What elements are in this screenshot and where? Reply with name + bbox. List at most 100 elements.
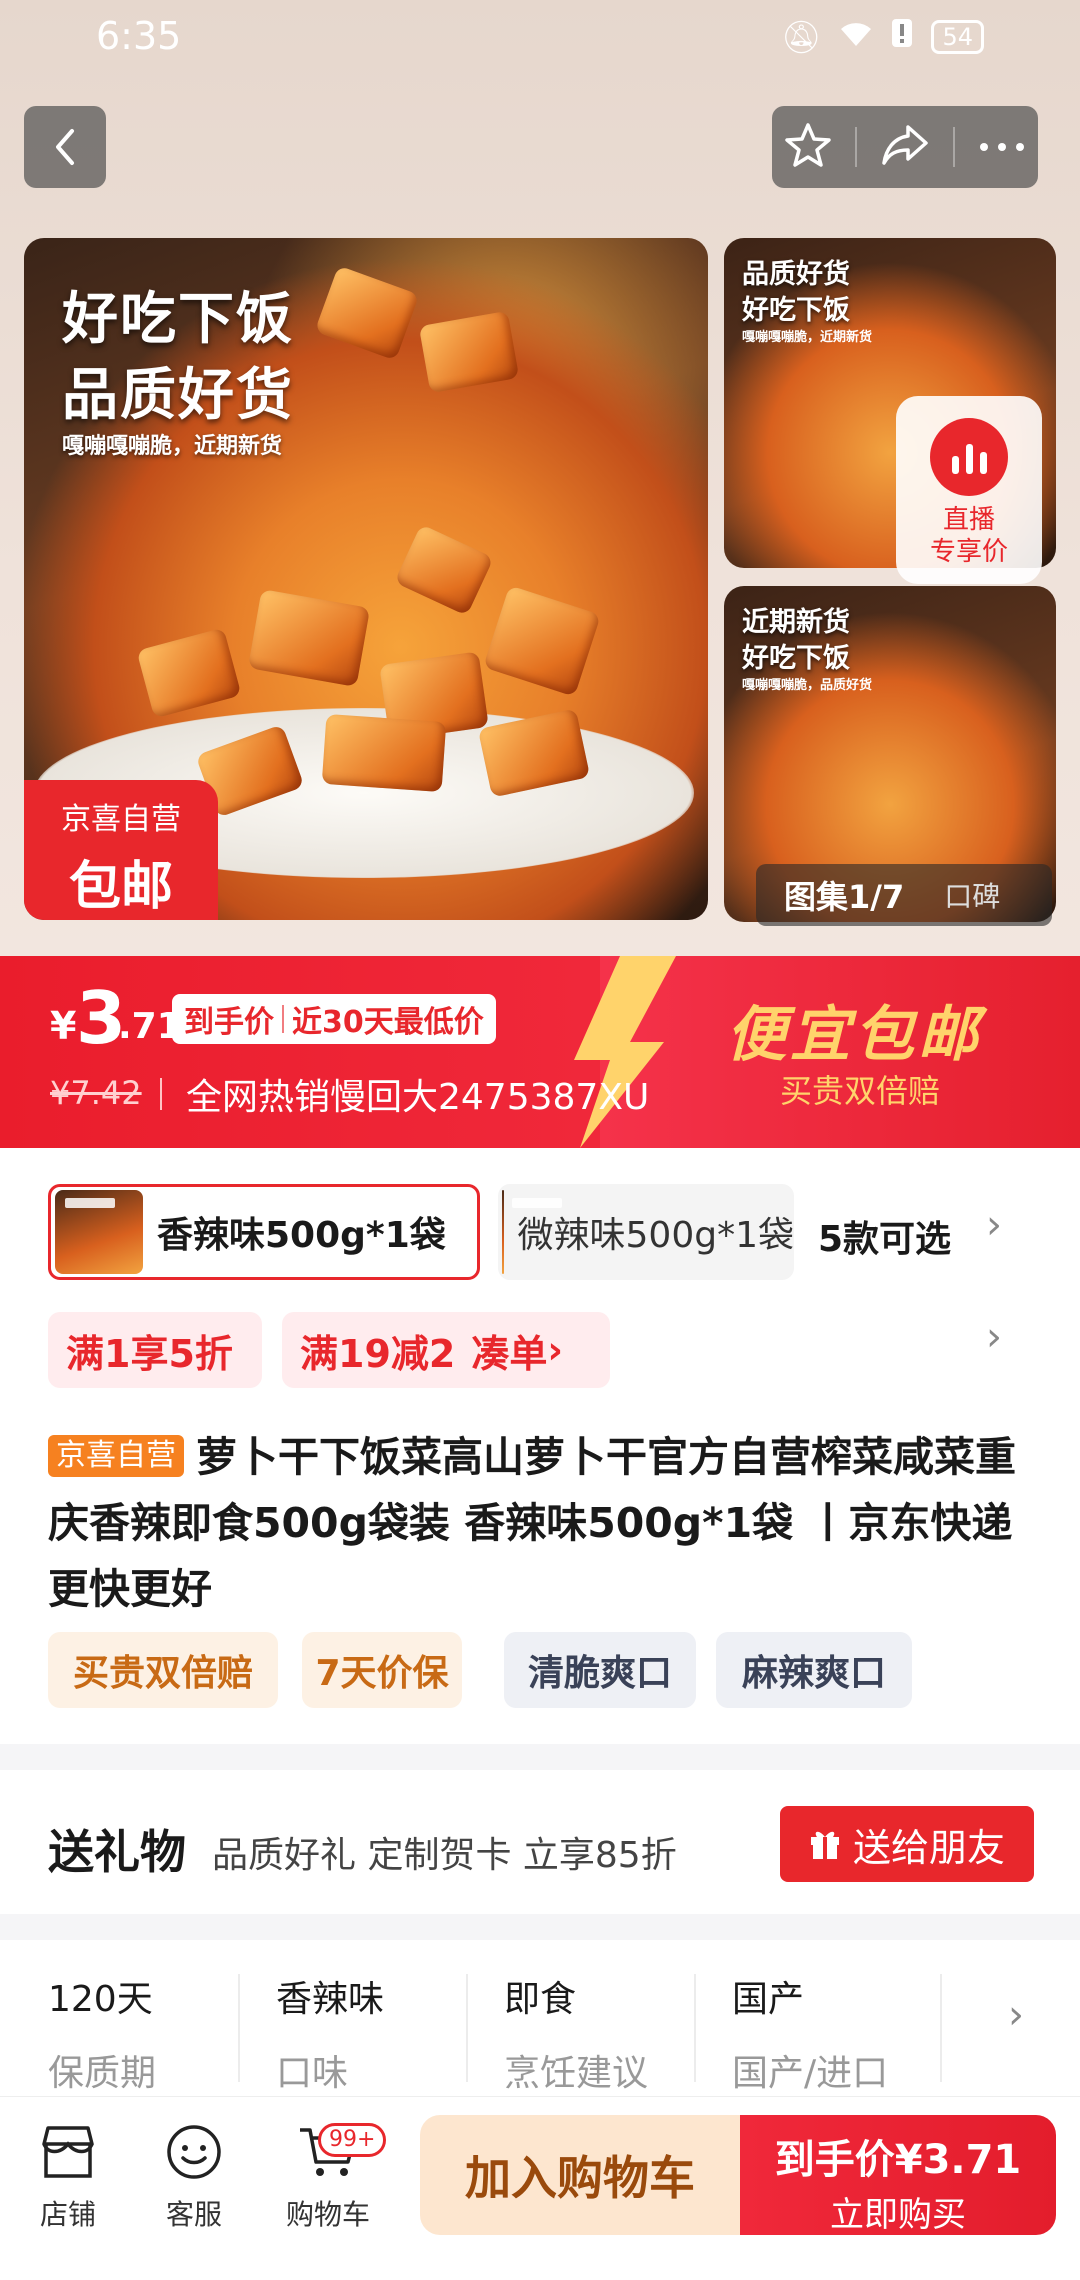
price-banner: ¥ 3 .71 到手价 近30天最低价 ¥7.42 全网热销慢回大2475387… — [0, 956, 1080, 1148]
buy-price-label: 到手价¥3.71 — [774, 2137, 1022, 2183]
bundle-link: 凑单 — [471, 1331, 548, 1376]
jingxi-shipping-badge: 京喜自营 包邮 — [24, 780, 218, 920]
favorite-button[interactable] — [784, 122, 832, 172]
spec-thumbnail — [502, 1190, 548, 1274]
product-title: 京喜自营 萝卜干下饭菜高山萝卜干官方自营榨菜咸菜重庆香辣即食500g袋装 香辣味5… — [48, 1424, 1038, 1622]
gallery-count-tab[interactable]: 图集1/7 — [756, 872, 904, 918]
food-chunk — [483, 585, 601, 697]
spec-option-selected[interactable]: 香辣味500g*1袋 — [48, 1184, 480, 1280]
gift-row: 送礼物 品质好礼 定制贺卡 立享85折 送给朋友 — [0, 1770, 1080, 1914]
divider — [238, 1974, 240, 2082]
status-time: 6:35 — [96, 14, 182, 58]
spec-option[interactable]: 微辣味500g*1袋 — [498, 1184, 794, 1280]
chevron-right-icon[interactable]: › — [986, 1314, 1002, 1360]
attribute-item: 香辣味 口味 — [276, 1970, 476, 2096]
food-chunk — [321, 713, 447, 793]
share-button[interactable] — [880, 123, 930, 171]
spec-label: 微辣味500g*1袋 — [517, 1215, 794, 1256]
cart-label: 购物车 — [285, 2198, 370, 2231]
attribute-item: 国产 国产/进口 — [732, 1970, 932, 2096]
badge-line-1: 京喜自营 — [61, 802, 181, 837]
service-label: 客服 — [165, 2198, 222, 2231]
star-icon — [784, 123, 831, 167]
spec-count[interactable]: 5款可选 — [818, 1210, 951, 1262]
mute-icon: 🔕︎ — [780, 18, 822, 56]
promo-label: 满1享5折 — [66, 1331, 233, 1376]
attribute-value: 120天 — [48, 1979, 153, 2020]
divider — [466, 1974, 468, 2082]
thumb-headline-2: 好吃下饭 — [742, 643, 850, 674]
original-price: ¥7.42 — [50, 1074, 142, 1112]
divider — [854, 127, 857, 167]
attribute-key: 国产/进口 — [732, 2053, 889, 2094]
main-product-image[interactable]: 好吃下饭 品质好货 嘎嘣嘎嘣脆，近期新货 京喜自营 包邮 — [24, 238, 708, 920]
bottom-action-bar: 店铺 客服 购物车 99+ 加入购物车 到手价¥3.71 立即购买 — [0, 2096, 1080, 2280]
promo-coupon[interactable]: 满1享5折 — [48, 1312, 262, 1388]
badge-line-2: 包邮 — [68, 857, 173, 917]
lowest-price-label: 近30天最低价 — [292, 1005, 484, 1040]
gift-subtitle: 品质好礼 定制贺卡 立享85折 — [212, 1835, 677, 1876]
shop-button[interactable]: 店铺 — [8, 2117, 128, 2233]
product-attributes[interactable]: 120天 保质期 香辣味 口味 即食 烹饪建议 国产 国产/进口 › — [0, 1940, 1080, 2110]
attribute-item: 即食 烹饪建议 — [504, 1970, 704, 2096]
shop-label: 店铺 — [39, 2198, 96, 2231]
gift-icon — [810, 1831, 839, 1859]
more-icon — [980, 142, 1025, 151]
promo-coupon[interactable]: 满19减2 凑单 › — [282, 1312, 610, 1388]
price-currency: ¥ — [50, 1004, 77, 1048]
image-headline-2: 品质好货 — [62, 363, 294, 428]
divider — [940, 1974, 942, 2082]
send-gift-button[interactable]: 送给朋友 — [780, 1806, 1034, 1882]
spec-thumbnail — [55, 1190, 143, 1274]
service-chip[interactable]: 买贵双倍赔 — [48, 1632, 278, 1708]
image-subline: 嘎嘣嘎嘣脆，近期新货 — [62, 434, 283, 459]
chat-icon — [134, 2117, 254, 2187]
product-title-text: 萝卜干下饭菜高山萝卜干官方自营榨菜咸菜重庆香辣即食500g袋装 香辣味500g*… — [48, 1433, 1016, 1613]
buy-now-label: 立即购买 — [830, 2195, 966, 2235]
food-chunk — [394, 524, 494, 616]
gallery-switcher: 图集1/7 口碑 — [756, 864, 1052, 926]
status-bar: 6:35 🔕︎ 54 — [0, 0, 1080, 80]
buy-now-button[interactable]: 到手价¥3.71 立即购买 — [740, 2115, 1056, 2235]
send-gift-label: 送给朋友 — [852, 1825, 1005, 1870]
feature-chip[interactable]: 清脆爽口 — [504, 1632, 696, 1708]
product-gallery: 6:35 🔕︎ 54 好吃下饭 品质好货 嘎嘣嘎嘣脆，近期新货 京喜自营 包邮 … — [0, 0, 1080, 960]
attribute-key: 保质期 — [48, 2053, 157, 2094]
food-chunk — [314, 265, 420, 361]
reviews-tab[interactable]: 口碑 — [944, 875, 1000, 915]
live-label-2: 专享价 — [929, 537, 1008, 567]
attribute-value: 即食 — [504, 1979, 577, 2020]
back-button[interactable] — [24, 106, 106, 188]
top-actions — [772, 106, 1038, 188]
add-to-cart-button[interactable]: 加入购物车 — [420, 2115, 740, 2235]
promo-slogan: 便宜包邮 — [726, 1000, 982, 1070]
store-icon — [8, 2117, 128, 2187]
alert-icon — [891, 18, 913, 56]
chevron-right-icon[interactable]: › — [986, 1202, 1002, 1248]
service-chip[interactable]: 7天价保 — [302, 1632, 462, 1708]
promo-label: 满19减2 — [300, 1331, 456, 1376]
thumb-subline: 嘎嘣嘎嘣脆，近期新货 — [742, 330, 873, 345]
live-label-1: 直播 — [942, 505, 995, 535]
hot-sale-text: 全网热销慢回大2475387XU — [186, 1077, 650, 1118]
divider — [160, 1078, 162, 1110]
share-icon — [882, 125, 928, 165]
image-headline-1: 好吃下饭 — [62, 287, 294, 352]
divider — [282, 1005, 284, 1033]
food-chunk — [247, 589, 371, 687]
live-price-button[interactable]: 直播 专享价 — [896, 396, 1042, 584]
customer-service-button[interactable]: 客服 — [134, 2117, 254, 2233]
thumb-headline-1: 近期新货 — [742, 607, 850, 638]
divider — [953, 127, 956, 167]
final-price-label: 到手价 — [184, 1005, 274, 1040]
feature-chip[interactable]: 麻辣爽口 — [716, 1632, 912, 1708]
divider — [694, 1974, 696, 2082]
more-button[interactable] — [978, 138, 1026, 157]
attribute-item: 120天 保质期 — [48, 1970, 248, 2096]
cart-count-badge: 99+ — [318, 2123, 387, 2157]
attribute-key: 口味 — [276, 2053, 349, 2094]
chevron-left-icon — [56, 129, 74, 165]
gift-title: 送礼物 — [48, 1825, 186, 1879]
battery-icon: 54 — [931, 20, 984, 54]
price-label-tag: 到手价 近30天最低价 — [172, 994, 496, 1044]
